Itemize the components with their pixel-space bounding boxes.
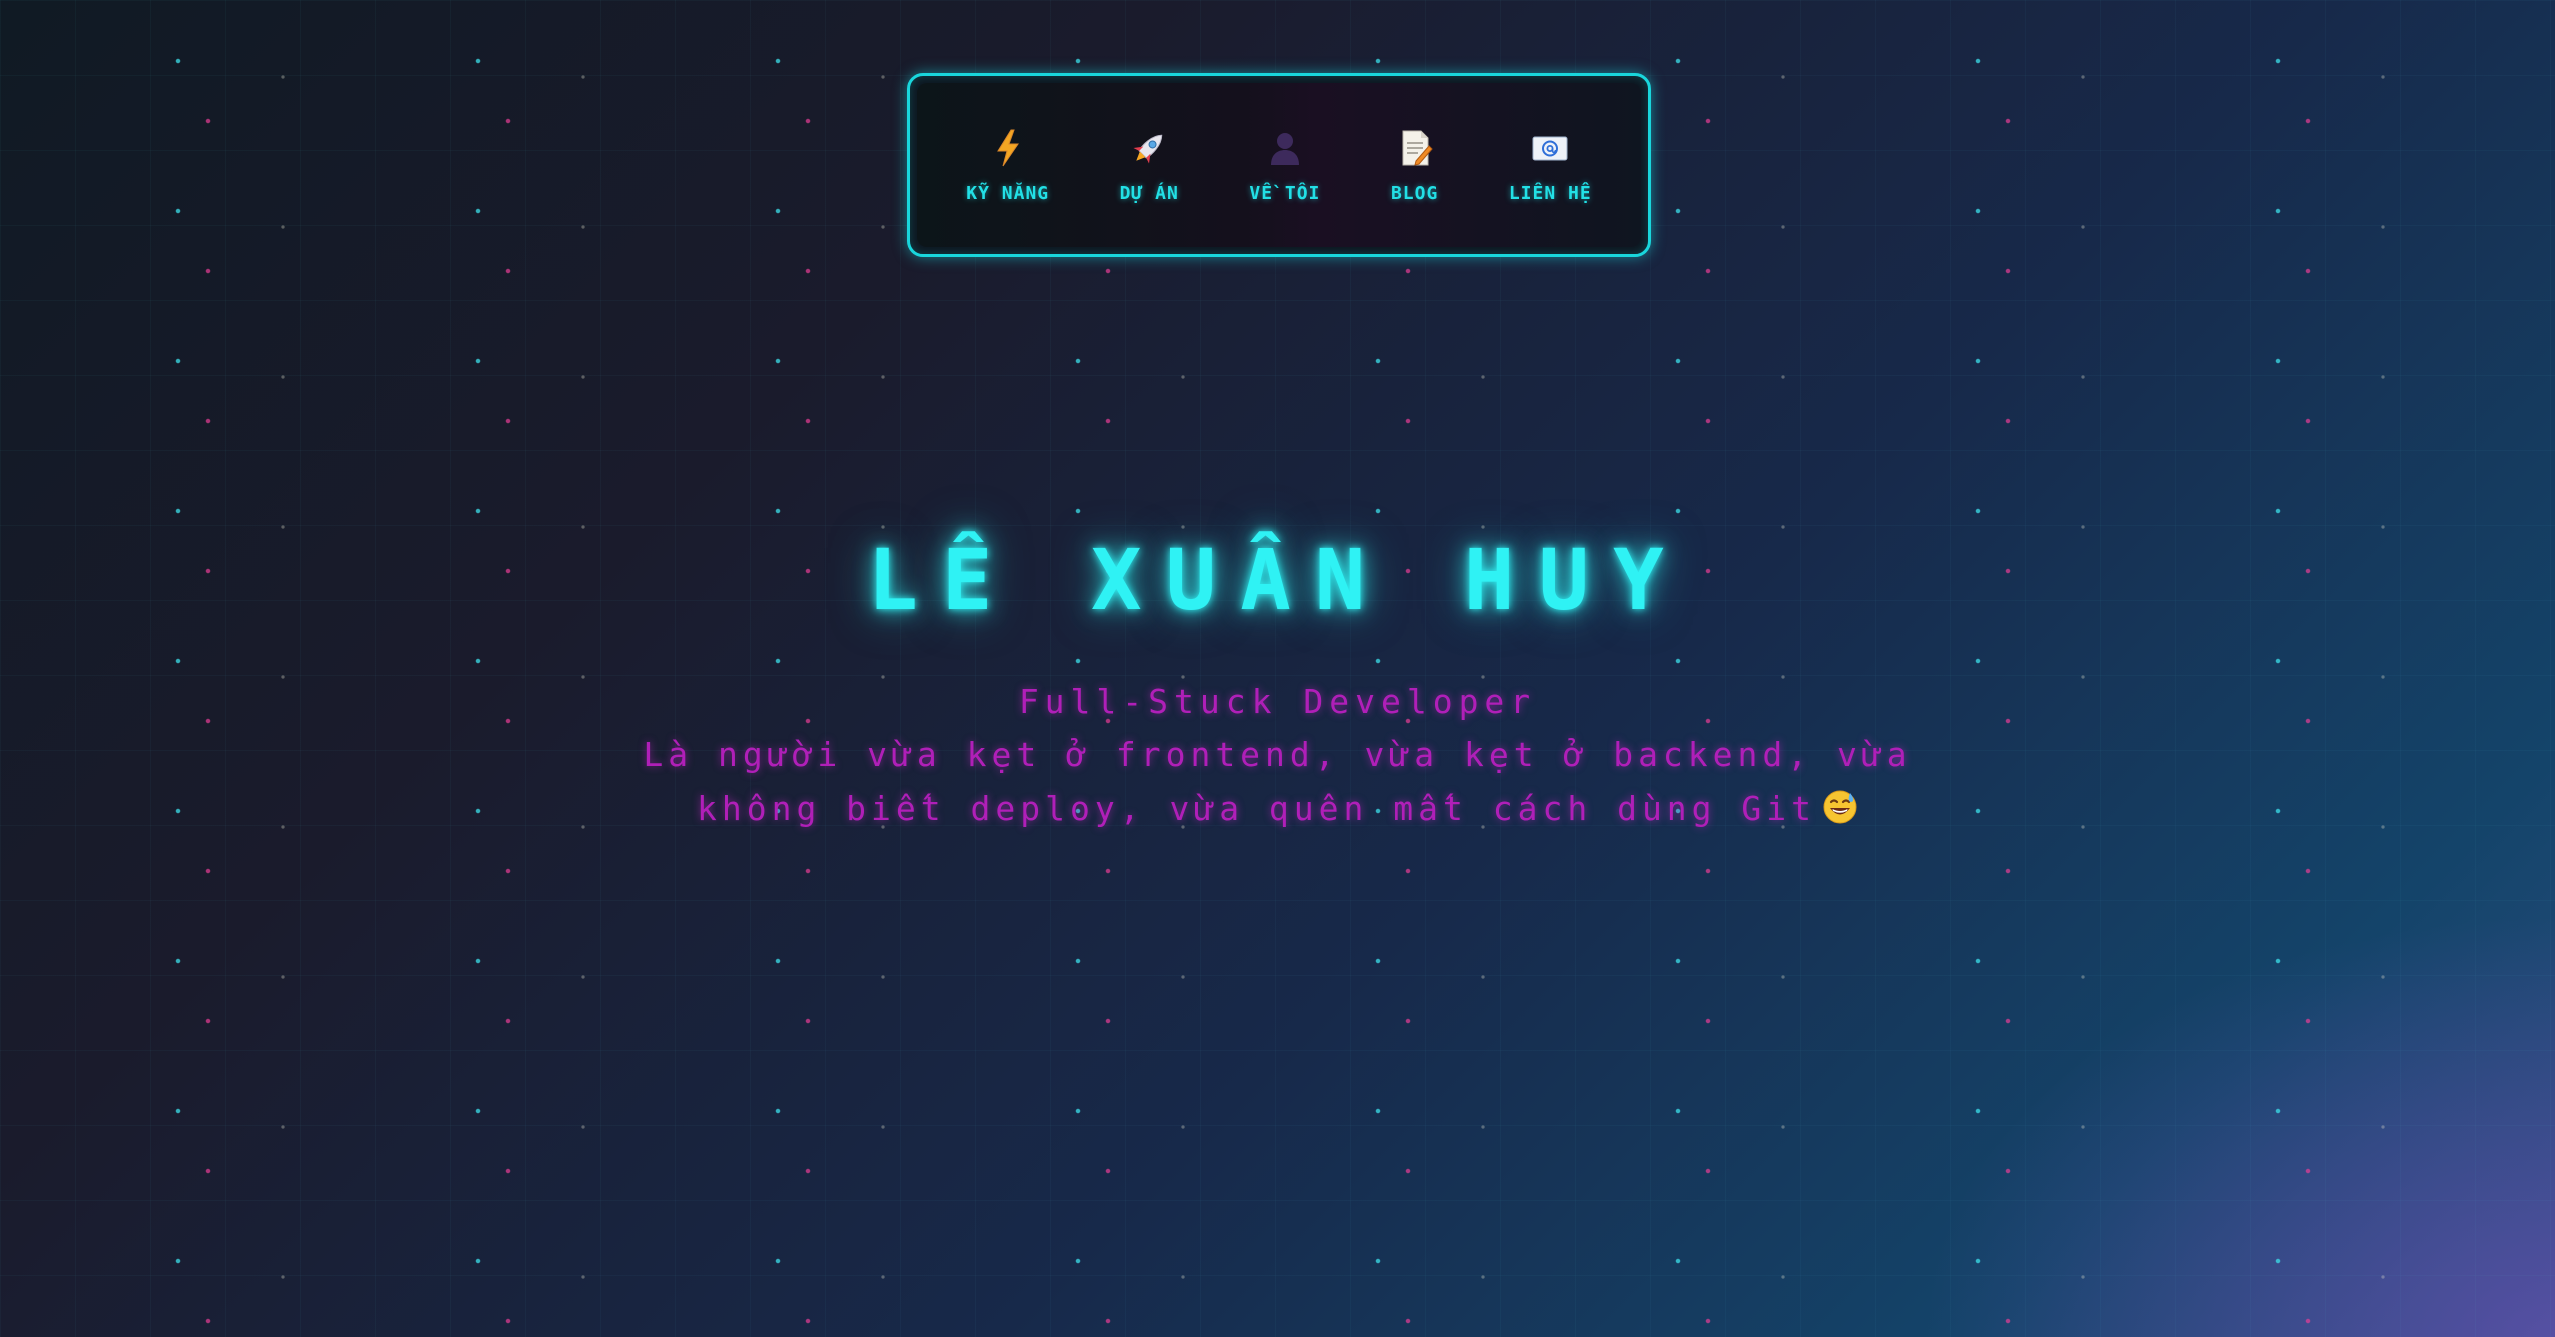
nav-label-skills: KỸ NĂNG	[966, 182, 1050, 204]
person-icon	[1270, 132, 1299, 165]
rocket-icon	[1133, 134, 1163, 164]
nav-label-contact: LIÊN HỆ	[1508, 182, 1592, 204]
hero-subtitle: Full-Stuck Developer	[1018, 682, 1537, 721]
document-icon	[1402, 130, 1433, 166]
nav-label-blog: BLOG	[1390, 182, 1439, 204]
nav-item-projects[interactable]: DỰ ÁN	[1120, 127, 1179, 204]
nav-item-contact[interactable]: LIÊN HỆ	[1509, 127, 1592, 204]
nav-label-about: VỀ TÔI	[1249, 182, 1321, 204]
nav-item-about[interactable]: VỀ TÔI	[1249, 127, 1320, 204]
main-navigation: KỸ NĂNG DỰ ÁN VỀ TÔI BLOG LIÊN HỆ	[907, 73, 1651, 257]
hero-description-block: Là người vừa kẹt ở frontend, vừa kẹt ở b…	[620, 728, 1935, 836]
nav-item-blog[interactable]: BLOG	[1391, 127, 1438, 204]
nav-label-projects: DỰ ÁN	[1119, 182, 1179, 204]
nav-bar: KỸ NĂNG DỰ ÁN VỀ TÔI BLOG LIÊN HỆ	[917, 83, 1641, 247]
hero-description: Là người vừa kẹt ở frontend, vừa kẹt ở b…	[643, 735, 1912, 828]
nav-item-skills[interactable]: KỸ NĂNG	[966, 127, 1049, 204]
hero-name: LÊ XUÂN HUY	[867, 531, 1688, 629]
lightning-icon	[996, 129, 1019, 166]
email-icon	[1532, 136, 1568, 160]
grinning-sweat-emoji-icon	[1823, 790, 1857, 824]
